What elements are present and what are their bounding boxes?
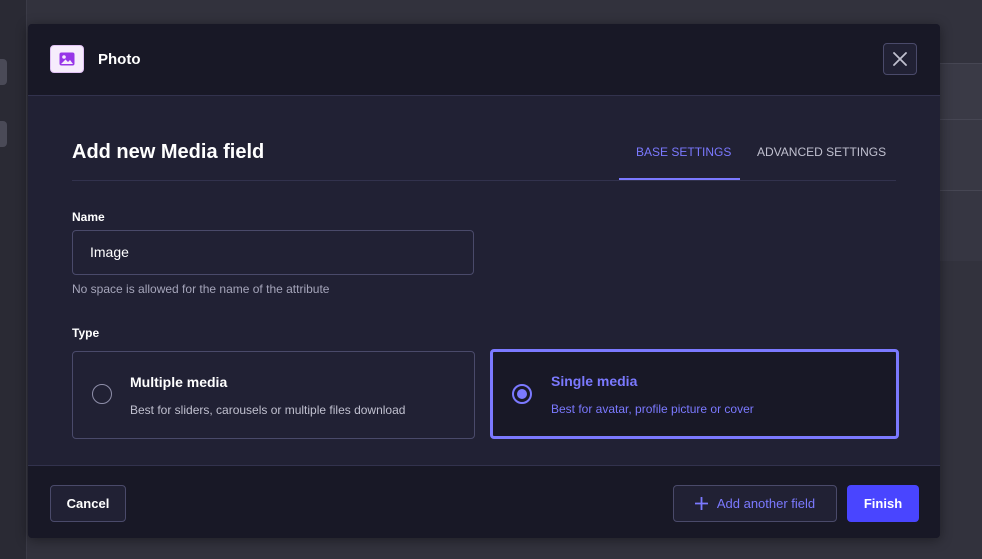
close-button[interactable] [883,43,917,75]
type-option-multiple-media[interactable]: Multiple media Best for sliders, carouse… [72,351,475,439]
active-tab-indicator [619,178,740,180]
type-option-single-media[interactable]: Single media Best for avatar, profile pi… [490,349,899,439]
modal-title: Add new Media field [72,141,265,163]
radio-button-unchecked[interactable] [92,384,112,404]
type-option-title: Single media [551,373,638,389]
background-nav-item [0,59,7,85]
tabs-divider [72,180,896,181]
modal-header-title: Photo [98,51,141,68]
close-icon [893,52,907,66]
add-another-field-label: Add another field [716,496,816,511]
background-nav-item [0,121,7,147]
type-option-description: Best for sliders, carousels or multiple … [130,403,406,417]
name-input[interactable]: Image [72,230,474,275]
radio-button-checked[interactable] [512,384,532,404]
add-field-modal: Photo Add new Media field BASE SETTINGS … [28,24,940,538]
modal-footer: Cancel Add another field Finish [28,465,940,538]
radio-dot [517,389,527,399]
tab-advanced-settings[interactable]: ADVANCED SETTINGS [757,145,886,159]
background-row [940,63,982,119]
add-another-field-button[interactable]: Add another field [673,485,837,522]
modal-header: Photo [28,24,940,96]
finish-button[interactable]: Finish [847,485,919,522]
type-option-title: Multiple media [130,374,228,390]
tab-base-settings[interactable]: BASE SETTINGS [636,145,731,159]
background-row [940,190,982,261]
name-label: Name [72,210,105,224]
plus-icon [694,497,708,510]
type-option-description: Best for avatar, profile picture or cove… [551,402,754,416]
photo-icon [50,45,84,73]
background-row [940,119,982,190]
name-hint: No space is allowed for the name of the … [72,282,330,296]
cancel-button[interactable]: Cancel [50,485,126,522]
type-label: Type [72,326,100,340]
